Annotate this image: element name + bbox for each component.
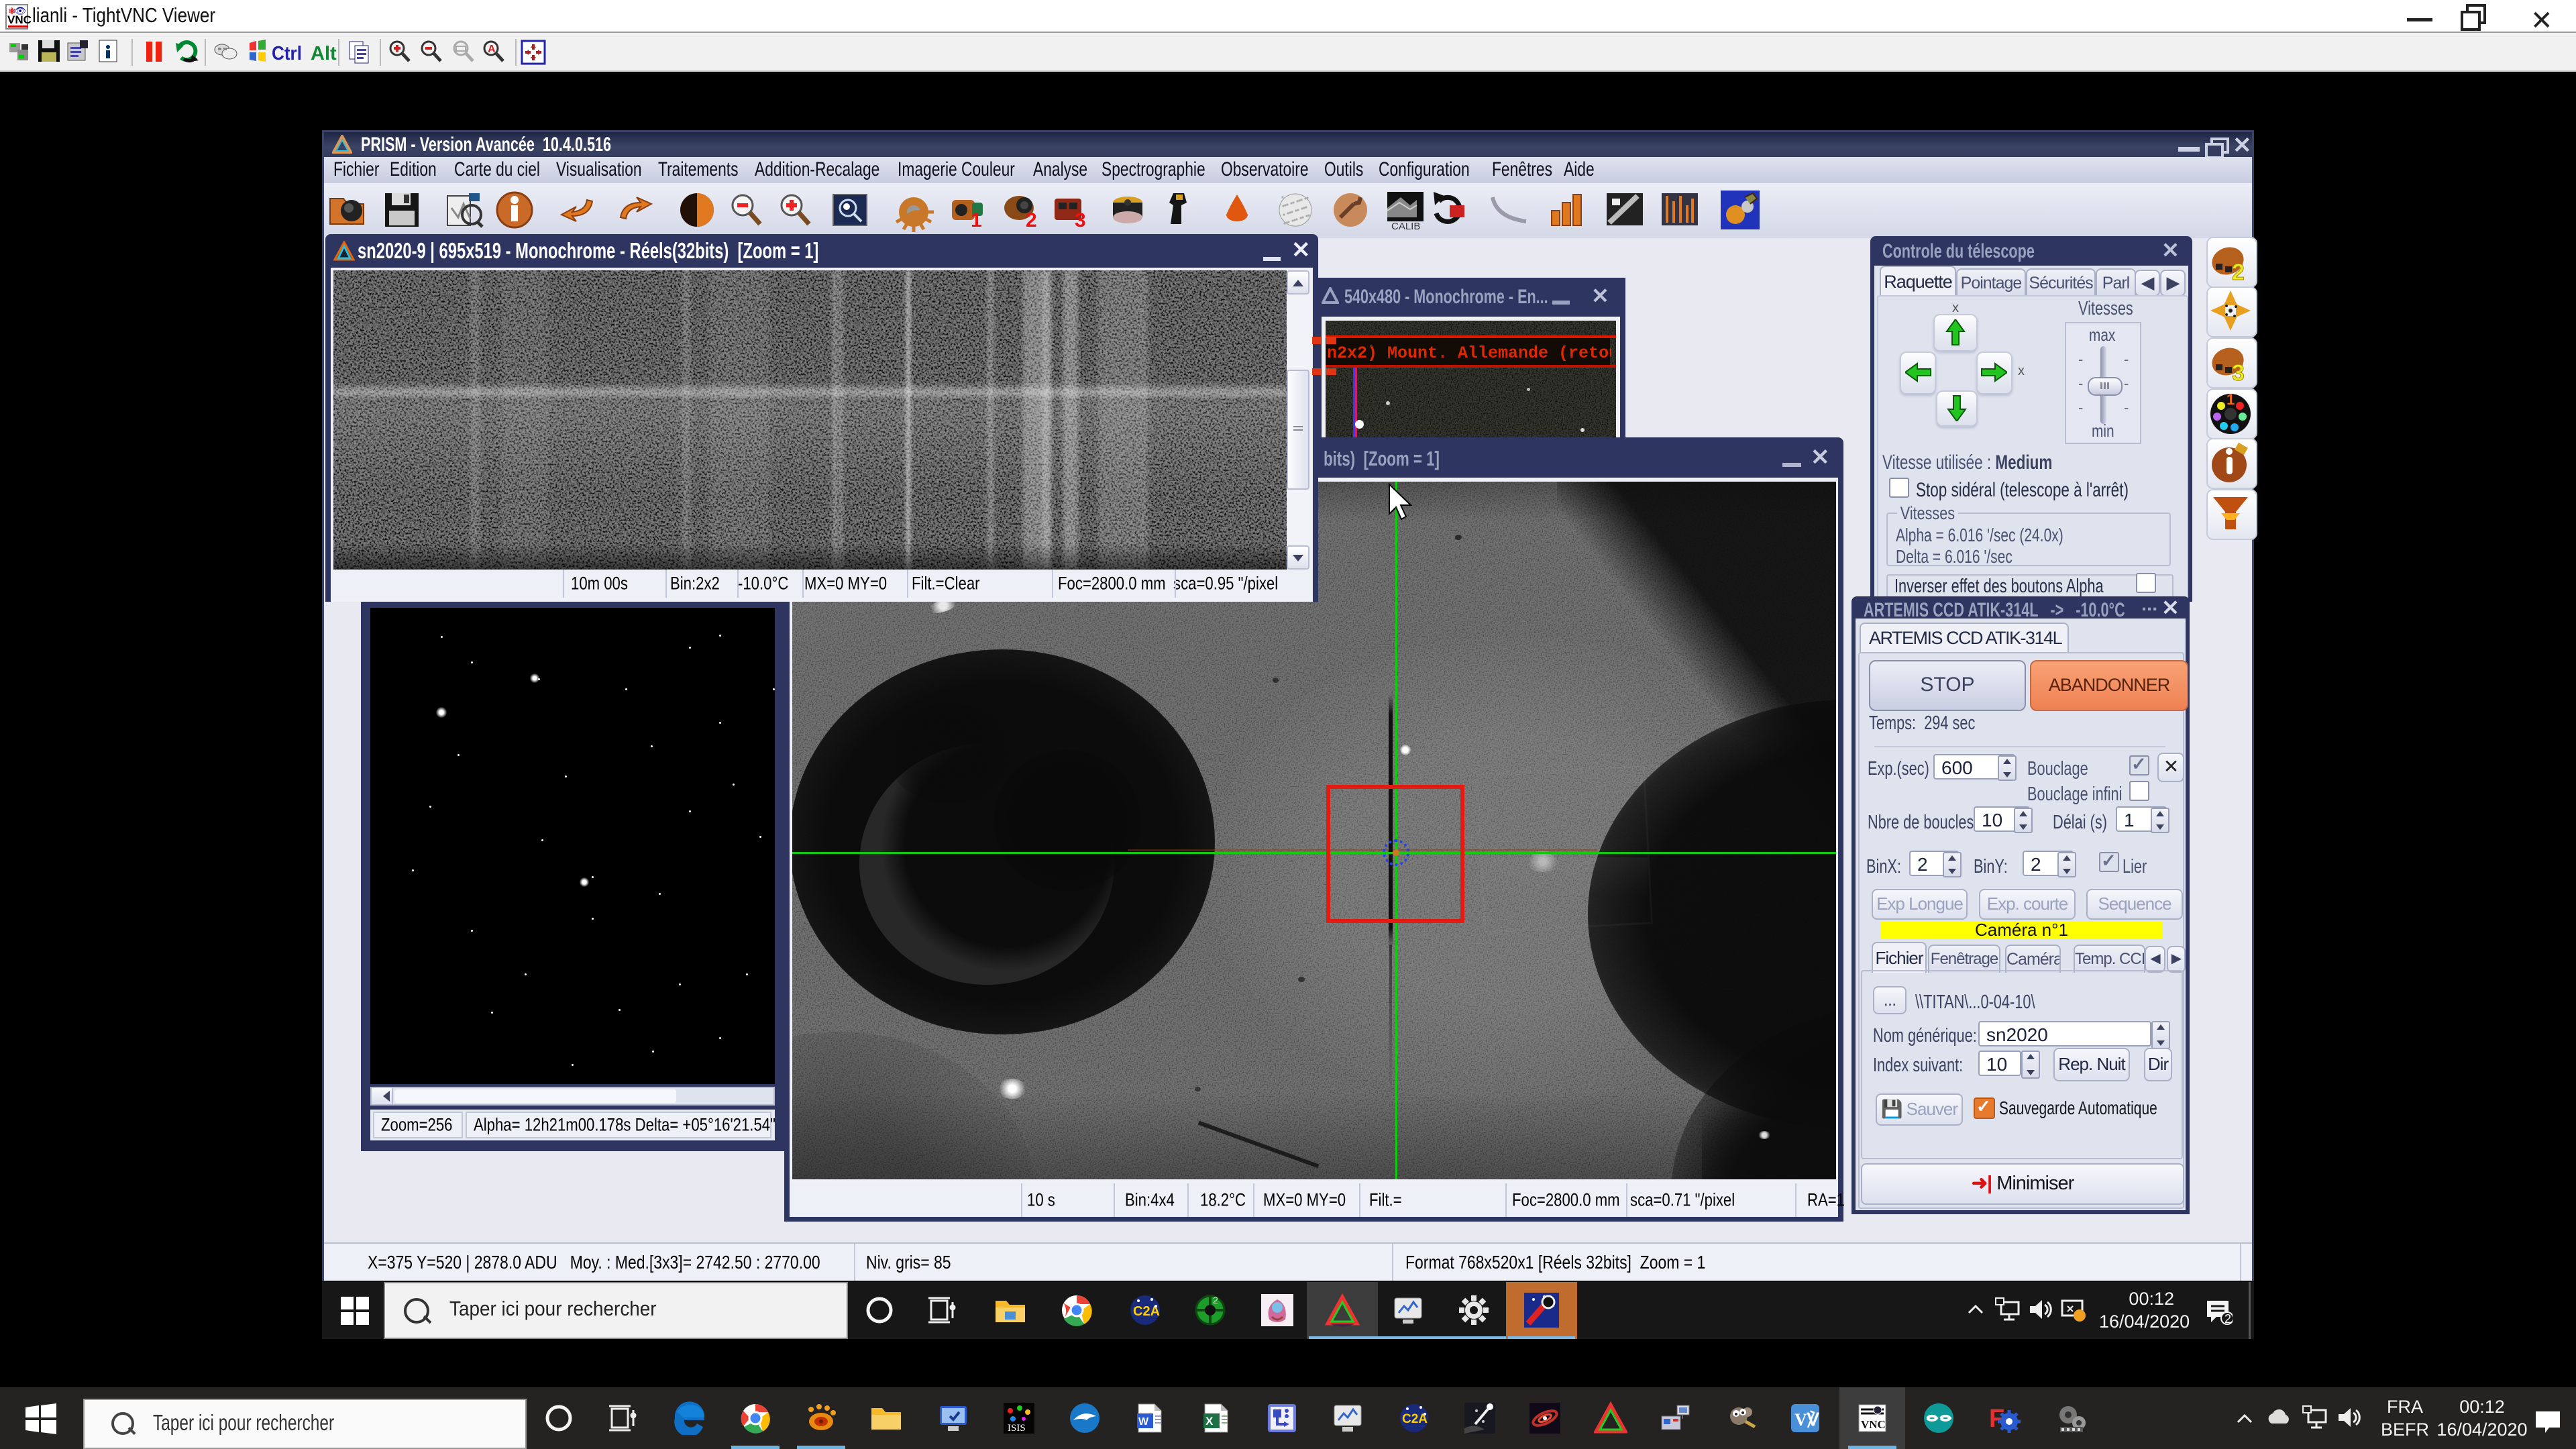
svg-text:1: 1: [971, 209, 982, 231]
svg-text:2: 2: [2232, 260, 2245, 284]
svg-text:2: 2: [1213, 1295, 1218, 1305]
svg-text:ISIS: ISIS: [1008, 1423, 1026, 1434]
svg-text:VNC: VNC: [1861, 1418, 1886, 1431]
svg-text:1: 1: [2226, 391, 2235, 408]
svg-text:X: X: [1205, 1415, 1214, 1428]
svg-text:CALIB: CALIB: [1391, 221, 1420, 232]
svg-text:2: 2: [2224, 1312, 2231, 1325]
svg-text:3: 3: [1075, 209, 1086, 231]
svg-text:3: 3: [2232, 360, 2245, 384]
svg-text:V℣: V℣: [1794, 1410, 1820, 1430]
svg-text:2: 2: [1026, 209, 1037, 231]
svg-text:A: A: [488, 44, 496, 55]
svg-text:W: W: [1138, 1416, 1149, 1428]
